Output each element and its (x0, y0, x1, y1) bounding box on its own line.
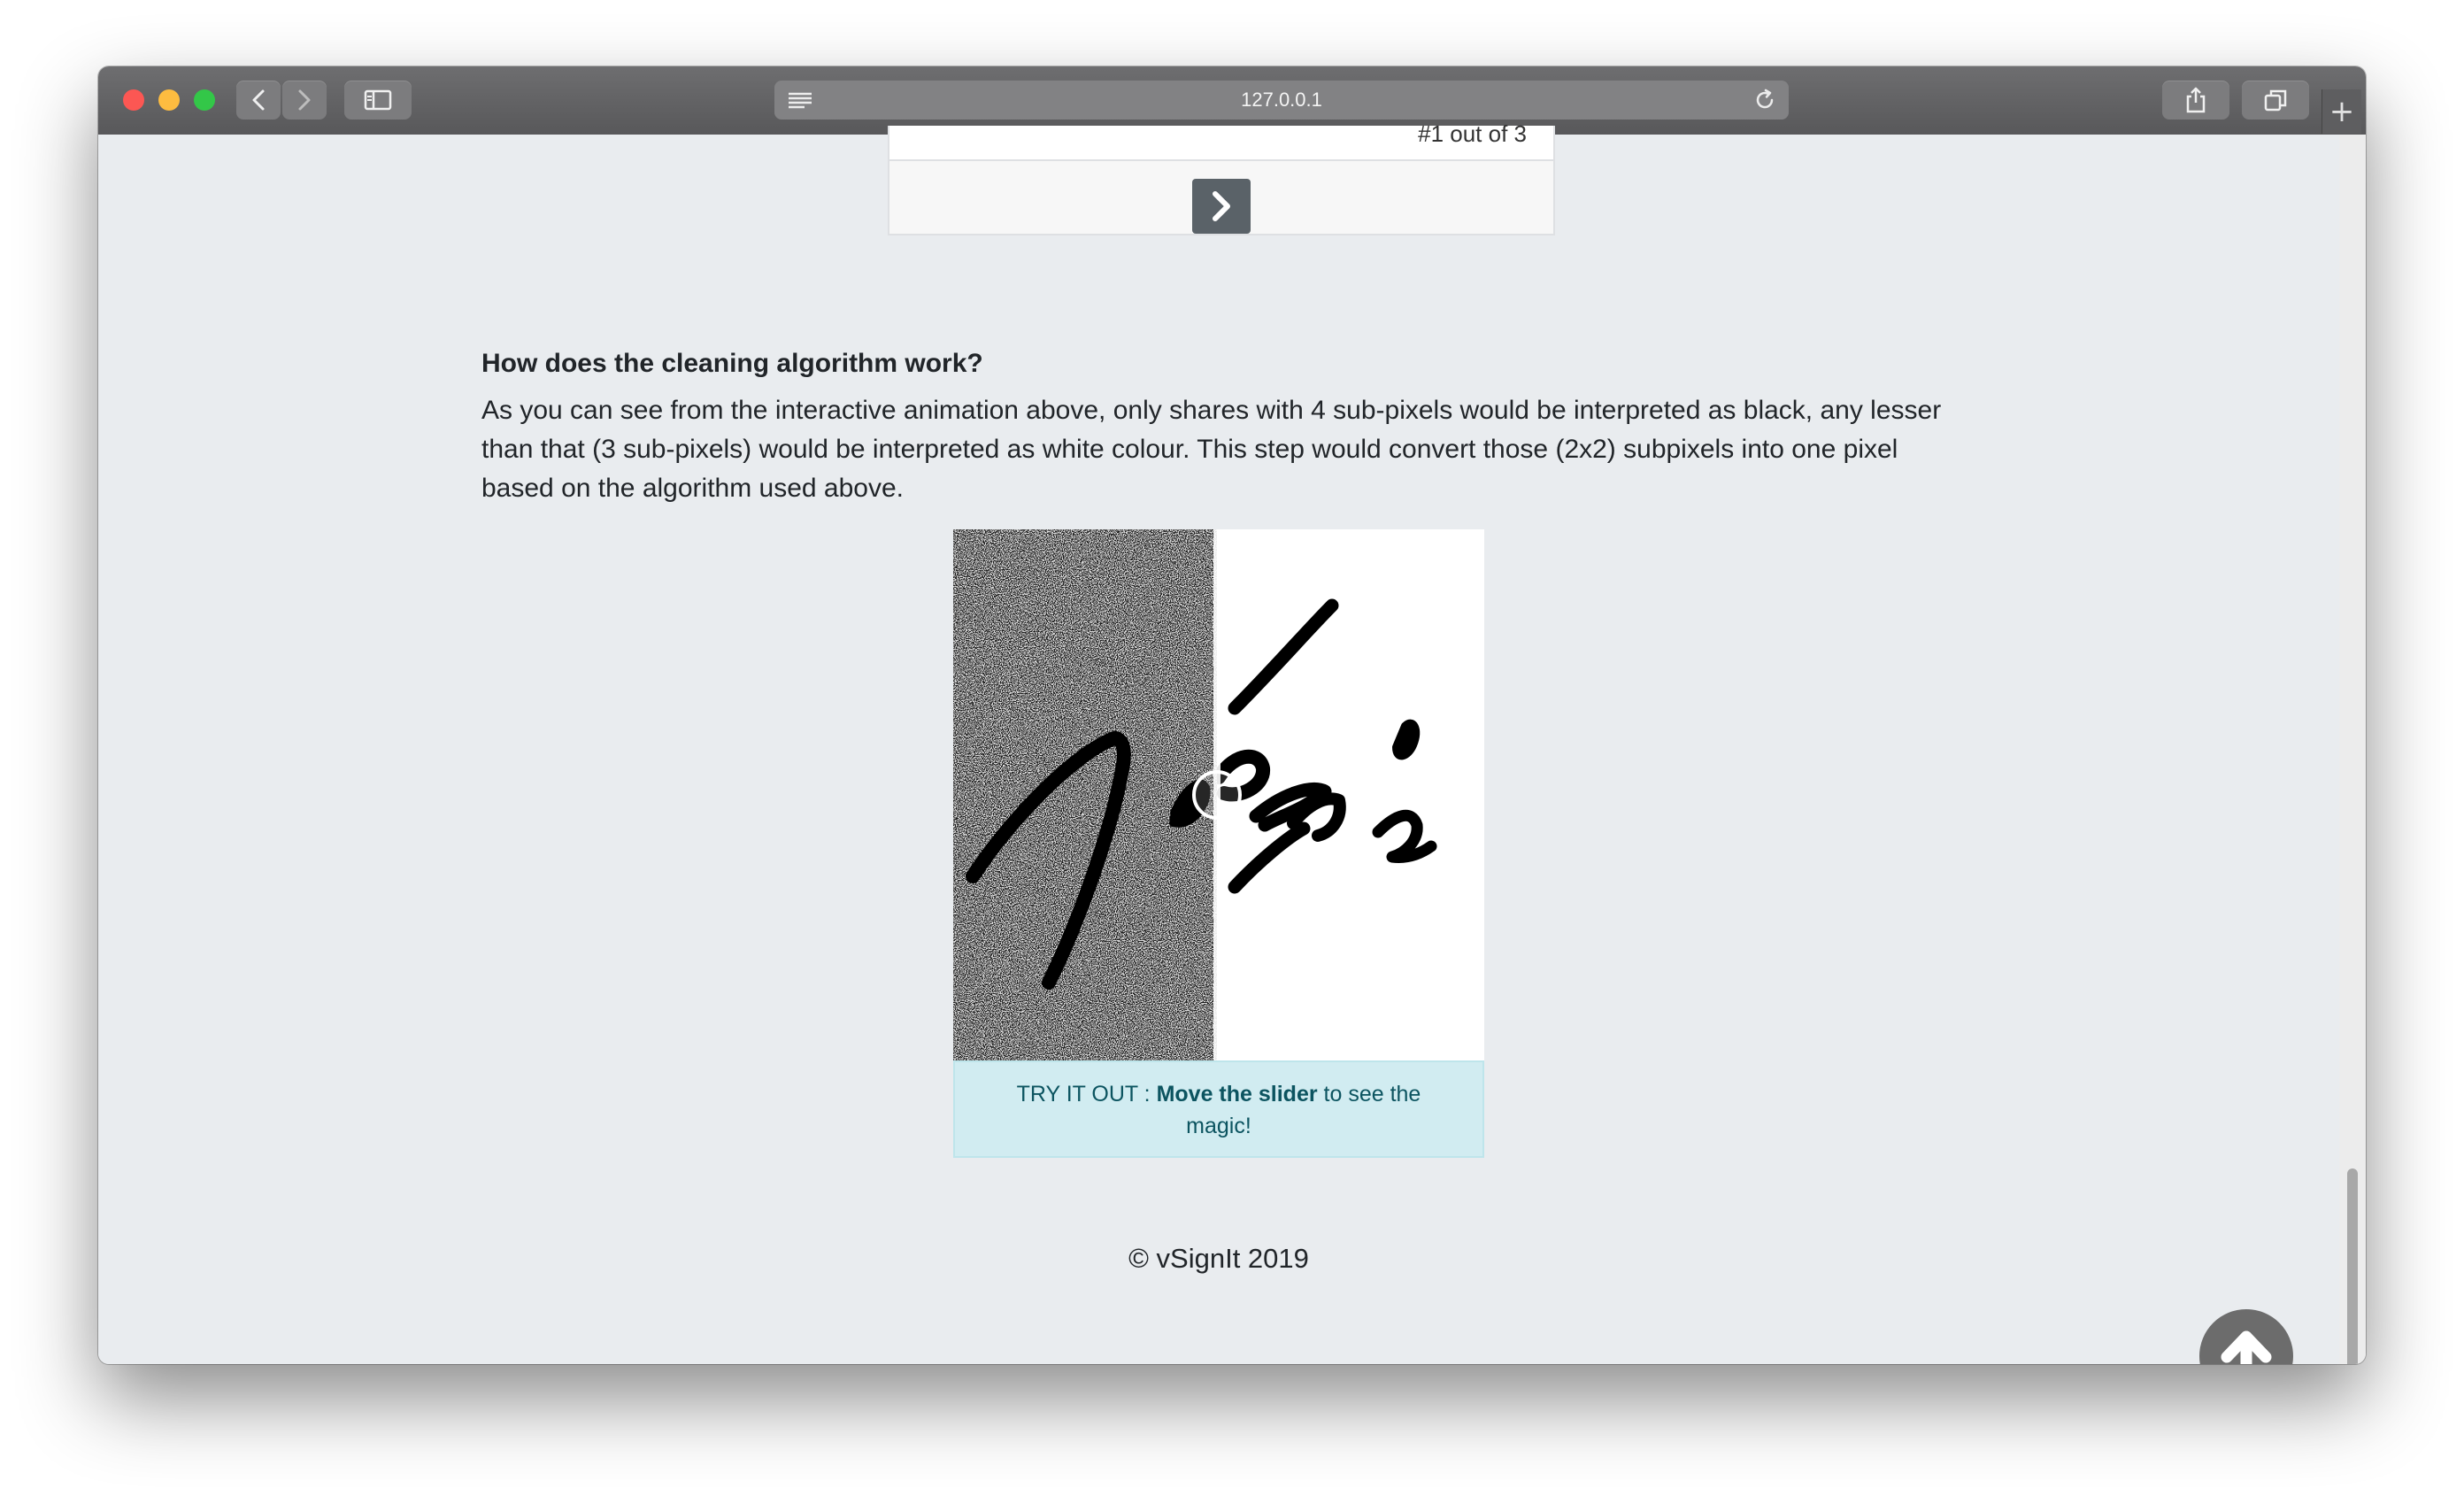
try-it-out-alert: TRY IT OUT : Move the slider to see the … (953, 1060, 1484, 1158)
new-tab-button[interactable]: + (2322, 89, 2361, 134)
back-button[interactable] (236, 81, 281, 120)
try-it-prefix: TRY IT OUT : (1016, 1082, 1157, 1107)
address-text: 127.0.0.1 (1241, 89, 1322, 111)
before-after-comparison[interactable] (953, 529, 1484, 1060)
scrollbar-thumb[interactable] (2347, 1168, 2358, 1364)
comparison-slider-handle[interactable] (1192, 770, 1242, 820)
carousel-next-button[interactable] (1192, 179, 1251, 234)
share-icon (2186, 87, 2206, 113)
maximize-window-button[interactable] (194, 89, 215, 111)
chevron-right-icon (1213, 191, 1230, 221)
chevron-left-icon (252, 89, 265, 111)
section-body: As you can see from the interactive anim… (481, 396, 1942, 503)
page-viewport: #1 out of 3 How does the cleaning algori… (98, 120, 2339, 1364)
minimize-window-button[interactable] (158, 89, 180, 111)
noisy-share-image (953, 529, 1217, 1060)
back-to-top-button[interactable] (2199, 1309, 2293, 1364)
cleaned-signature-image (1217, 529, 1484, 1060)
carousel-counter: #1 out of 3 (1418, 120, 1527, 147)
sidebar-icon (364, 89, 392, 111)
arrow-up-icon (2221, 1330, 2272, 1364)
tabs-overview-button[interactable] (2242, 81, 2309, 120)
carousel-caption-area: #1 out of 3 (889, 120, 1553, 161)
section-title: How does the cleaning algorithm work? (481, 349, 983, 378)
forward-button[interactable] (282, 81, 327, 120)
reload-icon[interactable] (1753, 89, 1776, 112)
try-it-emphasis: Move the slider (1156, 1082, 1318, 1107)
close-window-button[interactable] (123, 89, 144, 111)
chevron-right-icon (298, 89, 311, 111)
sidebar-button[interactable] (344, 81, 412, 120)
browser-window: 127.0.0.1 + #1 out of 3 How does the cle… (98, 66, 2366, 1364)
address-bar[interactable]: 127.0.0.1 (774, 81, 1789, 120)
carousel: #1 out of 3 (888, 120, 1555, 235)
share-button[interactable] (2162, 81, 2229, 120)
tabs-icon (2264, 89, 2287, 112)
footer-copyright: © vSignIt 2019 (1128, 1243, 1309, 1274)
vertical-scrollbar[interactable] (2339, 135, 2366, 1364)
